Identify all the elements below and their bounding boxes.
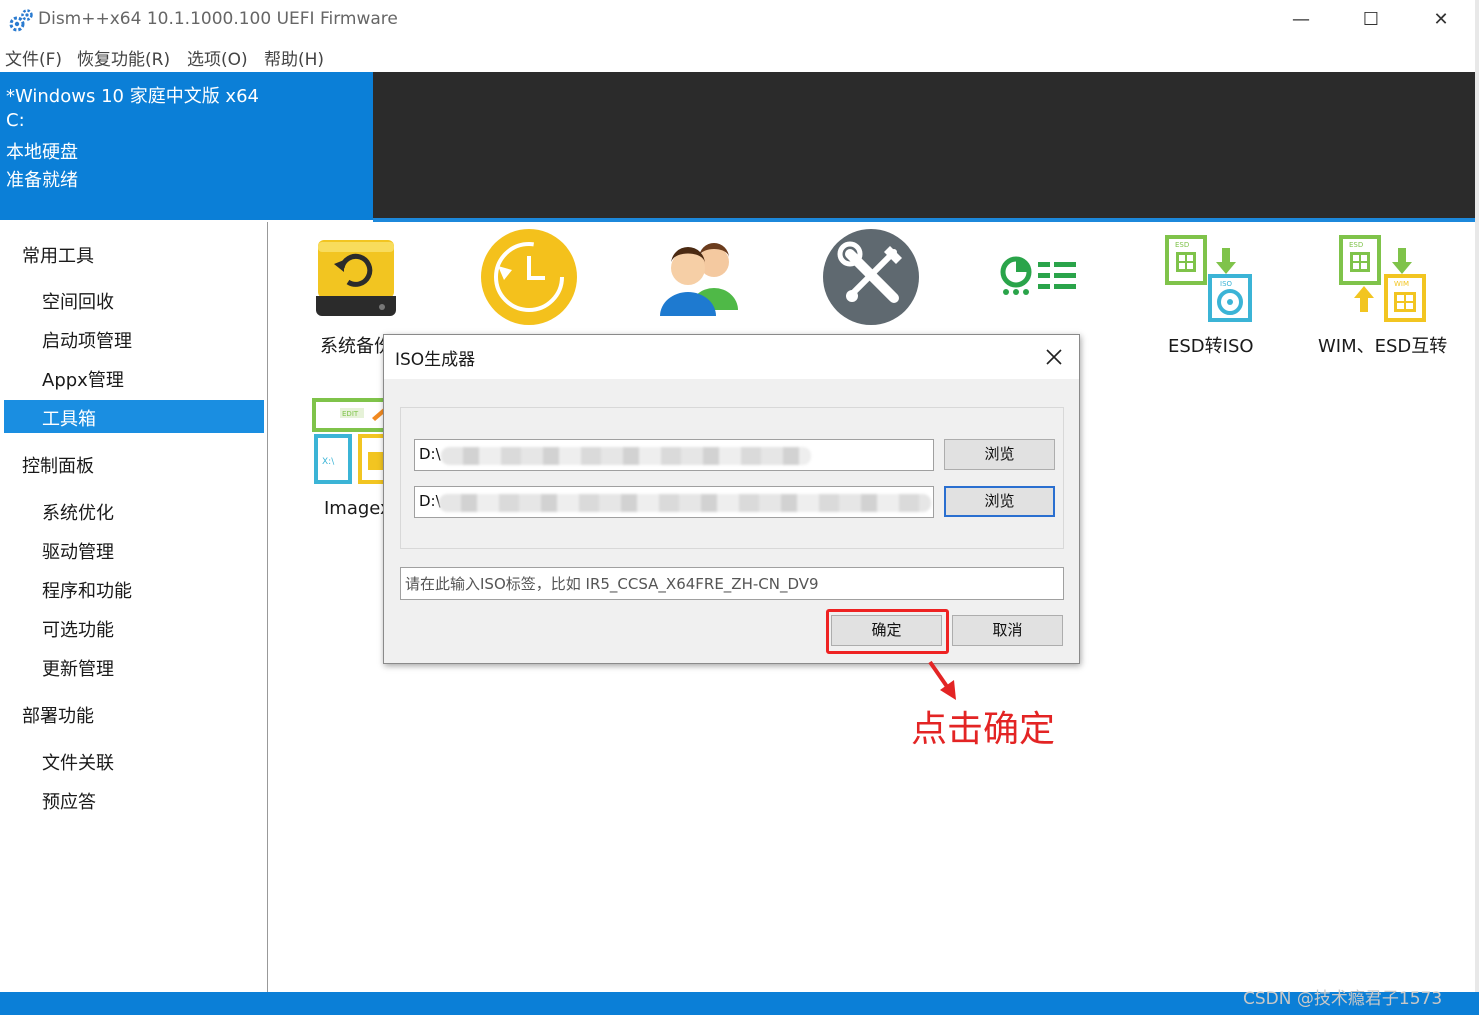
menu-bar: 文件(F) 恢复功能(R) 选项(O) 帮助(H) <box>0 40 1479 72</box>
target-path-input[interactable]: D:\ <box>414 486 934 518</box>
minimize-button[interactable]: — <box>1281 6 1321 34</box>
sidebar-item-updates[interactable]: 更新管理 <box>42 655 114 681</box>
tool-label-wim-esd-convert: WIM、ESD互转 <box>1318 336 1448 357</box>
menu-restore[interactable]: 恢复功能(R) <box>77 45 170 70</box>
sidebar-group-deployment[interactable]: 部署功能 <box>22 702 94 728</box>
svg-text:WIM: WIM <box>1394 280 1409 288</box>
sidebar-item-drivers[interactable]: 驱动管理 <box>42 538 114 564</box>
close-icon[interactable] <box>1040 343 1068 371</box>
path-group: D:\ 浏览 D:\ 浏览 <box>400 407 1064 549</box>
tool-label-esd-to-iso: ESD转ISO <box>1168 336 1254 357</box>
sidebar-item-toolbox[interactable]: 工具箱 <box>42 405 96 431</box>
iso-label-input[interactable]: 请在此输入ISO标签，比如 IR5_CCSA_X64FRE_ZH-CN_DV9 <box>400 567 1064 600</box>
cancel-button[interactable]: 取消 <box>952 615 1063 646</box>
sidebar-item-boot-manager[interactable]: 启动项管理 <box>42 327 132 353</box>
browse-source-button[interactable]: 浏览 <box>944 439 1055 470</box>
svg-text:X:\: X:\ <box>322 457 335 467</box>
sidebar-item-programs[interactable]: 程序和功能 <box>42 577 132 603</box>
gears-icon <box>9 9 33 32</box>
iso-generator-dialog: ISO生成器 D:\ 浏览 D:\ 浏览 请在此输入ISO标签，比如 IR5_C… <box>383 334 1080 664</box>
tool-label-system-backup: 系统备份 <box>320 336 392 357</box>
title-bar: Dism++x64 10.1.1000.100 UEFI Firmware — … <box>0 0 1479 40</box>
source-path-text: D:\ <box>419 445 441 463</box>
wrench-screwdriver-icon[interactable] <box>822 228 920 326</box>
dialog-title: ISO生成器 <box>395 350 476 370</box>
session-panel <box>373 72 1475 220</box>
menu-help[interactable]: 帮助(H) <box>264 45 324 70</box>
sidebar-item-optional-features[interactable]: 可选功能 <box>42 616 114 642</box>
window-border <box>1475 0 1479 1015</box>
maximize-button[interactable]: ☐ <box>1351 6 1391 34</box>
users-icon[interactable] <box>656 238 742 318</box>
clock-icon[interactable] <box>480 228 578 326</box>
sidebar-item-optimize[interactable]: 系统优化 <box>42 499 114 525</box>
blurred-text <box>439 494 931 512</box>
sidebar-group-common-tools[interactable]: 常用工具 <box>22 242 94 268</box>
watermark: CSDN @技术瘾君子1573 <box>1243 989 1443 1009</box>
wim-esd-convert-icon[interactable]: ESD WIM <box>1338 234 1430 322</box>
svg-text:ESD: ESD <box>1175 241 1189 249</box>
esd-to-iso-icon[interactable]: ESD ISO <box>1164 234 1256 322</box>
sidebar-item-space-recovery[interactable]: 空间回收 <box>42 288 114 314</box>
status-text: 准备就绪 <box>6 170 78 191</box>
svg-text:ISO: ISO <box>1220 280 1233 288</box>
system-info-panel[interactable]: *Windows 10 家庭中文版 x64 C: 本地硬盘 准备就绪 <box>0 72 373 220</box>
close-button[interactable]: ✕ <box>1421 6 1461 34</box>
tool-label-imagex: Imagex <box>324 498 391 519</box>
window-title: Dism++x64 10.1.1000.100 UEFI Firmware <box>38 9 398 29</box>
arrow-icon <box>928 660 956 700</box>
dialog-title-bar: ISO生成器 <box>384 335 1079 379</box>
sidebar-group-control-panel[interactable]: 控制面板 <box>22 452 94 478</box>
target-path-text: D:\ <box>419 492 441 510</box>
svg-text:EDIT: EDIT <box>342 410 359 418</box>
svg-text:ESD: ESD <box>1349 241 1363 249</box>
os-name: *Windows 10 家庭中文版 x64 <box>6 86 259 107</box>
disk-type: 本地硬盘 <box>6 142 78 163</box>
annotation-text: 点击确定 <box>911 709 1056 750</box>
browse-target-button[interactable]: 浏览 <box>944 486 1055 517</box>
menu-options[interactable]: 选项(O) <box>187 45 248 70</box>
sidebar-item-appx[interactable]: Appx管理 <box>42 366 124 392</box>
ok-button[interactable]: 确定 <box>831 615 942 646</box>
sidebar-item-unattend[interactable]: 预应答 <box>42 788 96 814</box>
sidebar: 常用工具 空间回收 启动项管理 Appx管理 工具箱 控制面板 系统优化 驱动管… <box>0 222 268 992</box>
blurred-text <box>441 447 811 465</box>
sidebar-item-file-assoc[interactable]: 文件关联 <box>42 749 114 775</box>
source-path-input[interactable]: D:\ <box>414 439 934 471</box>
menu-file[interactable]: 文件(F) <box>5 45 62 70</box>
drive-letter: C: <box>6 110 25 131</box>
chart-list-icon[interactable] <box>998 256 1080 298</box>
system-backup-icon[interactable] <box>312 234 400 322</box>
